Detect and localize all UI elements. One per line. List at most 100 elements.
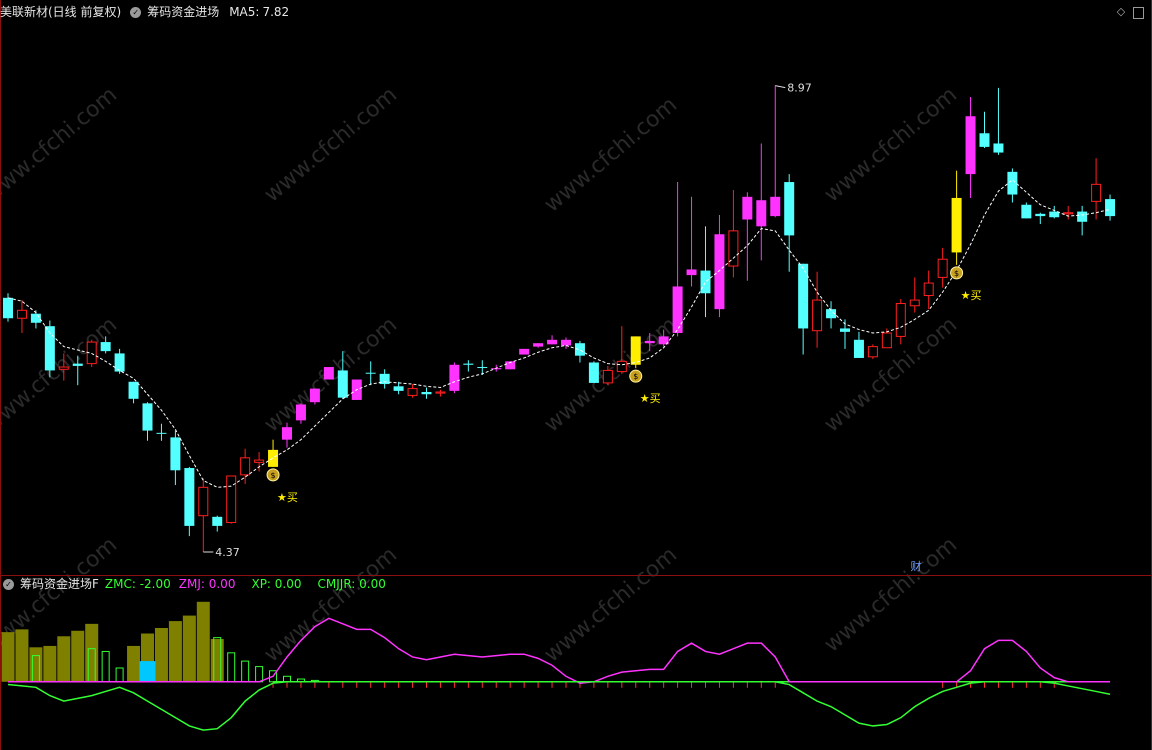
- candle-body: [979, 133, 990, 147]
- settings-circle-icon[interactable]: ✓: [3, 578, 14, 590]
- volume-bar: [168, 621, 182, 682]
- kline-chart[interactable]: www.cfchi.com www.cfchi.com www.cfchi.com w…: [0, 0, 1152, 750]
- money-bag-glyph: $: [954, 269, 959, 278]
- candle-body: [1063, 212, 1074, 215]
- ma5-label: MA5:: [229, 5, 260, 19]
- low-price-label: 4.37: [215, 546, 240, 559]
- candle-body: [630, 336, 641, 365]
- candle-body: [170, 437, 181, 471]
- candle-body: [881, 332, 892, 349]
- xp-bar: [227, 652, 236, 683]
- buy-signal-label: ★买: [961, 289, 982, 302]
- candle-body: [672, 286, 683, 333]
- finance-marker: 财: [911, 559, 922, 573]
- candle-body: [477, 367, 488, 369]
- volume-bar: [182, 615, 196, 682]
- candle-body: [449, 364, 460, 391]
- candle-body: [686, 269, 697, 276]
- volume-bar: [1, 632, 15, 682]
- xp-bar: [101, 650, 110, 683]
- candle-body: [156, 432, 167, 434]
- candle-body: [909, 299, 920, 307]
- candle-body: [463, 363, 474, 365]
- candle-body: [895, 302, 906, 337]
- candle-body: [812, 299, 823, 332]
- stock-title: 美联新材(日线 前复权): [0, 5, 122, 19]
- candle-body: [993, 143, 1004, 153]
- xp-bar: [283, 675, 291, 683]
- watermark-text: www.cfchi.com: [0, 82, 122, 207]
- candle-body: [519, 348, 530, 355]
- candle-body: [365, 372, 376, 374]
- candle-body: [184, 468, 195, 526]
- candle-body: [784, 182, 795, 236]
- candle-body: [212, 516, 223, 526]
- zmc-value: ZMC: -2.00: [104, 577, 171, 591]
- candle-body: [798, 263, 809, 329]
- candle-body: [16, 309, 27, 319]
- candle-body: [337, 370, 348, 398]
- xp-bar: [241, 660, 250, 683]
- maximize-icon[interactable]: [1133, 7, 1144, 19]
- candle-body: [142, 403, 153, 431]
- candle-body: [700, 270, 711, 294]
- candle-body: [840, 328, 850, 332]
- candle-body: [1105, 199, 1116, 217]
- watermark-text: www.cfchi.com: [260, 82, 402, 207]
- candle-body: [937, 258, 948, 278]
- candle-body: [602, 369, 613, 384]
- xp-bar: [255, 666, 264, 683]
- diamond-icon[interactable]: ◇: [1115, 6, 1127, 18]
- candle-body: [588, 362, 599, 383]
- volume-bar: [196, 601, 210, 682]
- watermark-text: www.cfchi.com: [0, 312, 122, 437]
- volume-bar: [29, 647, 43, 682]
- candle-body: [323, 367, 334, 380]
- candle-body: [435, 391, 446, 394]
- ma5-value: 7.82: [262, 5, 290, 19]
- settings-circle-icon[interactable]: ✓: [130, 6, 142, 18]
- candle-body: [742, 196, 753, 220]
- candle-body: [1021, 204, 1032, 219]
- candle-body: [282, 427, 292, 440]
- watermark-text: www.cfchi.com: [260, 542, 402, 667]
- watermark-text: www.cfchi.com: [820, 82, 962, 207]
- candle-body: [254, 459, 265, 463]
- high-pointer: [775, 85, 786, 89]
- candle-body: [58, 366, 69, 370]
- watermark-text: www.cfchi.com: [540, 92, 682, 217]
- sub-indicator-title[interactable]: 筹码资金进场F: [20, 574, 99, 594]
- xp-value: XP: 0.00: [251, 577, 302, 591]
- volume-bar: [127, 645, 141, 682]
- watermark-text: www.cfchi.com: [820, 532, 962, 657]
- sub-header: ✓ 筹码资金进场F ZMC: -2.00 ZMJ: 0.00 XP: 0.00 …: [0, 574, 386, 594]
- cmjjr-value: CMJJR: 0.00: [317, 577, 386, 591]
- cmjjr-bar: [139, 661, 156, 682]
- candle-body: [421, 391, 432, 395]
- money-bag-glyph: $: [271, 471, 276, 480]
- candle-body: [3, 297, 13, 319]
- candle-body: [756, 200, 767, 227]
- candle-body: [1035, 213, 1046, 217]
- buy-signal-label: ★买: [277, 491, 298, 504]
- candle-body: [714, 234, 725, 310]
- volume-bar: [85, 623, 99, 682]
- zmj-value: ZMJ: 0.00: [178, 577, 236, 591]
- candle-body: [644, 340, 655, 344]
- candle-body: [561, 339, 571, 346]
- candle-body: [1049, 211, 1060, 218]
- candle-body: [100, 342, 111, 352]
- xp-bar: [115, 667, 124, 683]
- zmc-line: [7, 681, 1111, 731]
- indicator-name[interactable]: 筹码资金进场: [147, 2, 219, 22]
- candle-body: [72, 363, 83, 366]
- candle-body: [198, 486, 209, 517]
- money-bag-glyph: $: [633, 372, 638, 381]
- volume-bar: [15, 629, 29, 682]
- candle-body: [965, 116, 976, 175]
- volume-bar: [43, 645, 57, 682]
- volume-bar: [210, 639, 224, 682]
- candle-body: [853, 339, 864, 358]
- left-border: [0, 0, 1, 750]
- candle-body: [951, 197, 962, 253]
